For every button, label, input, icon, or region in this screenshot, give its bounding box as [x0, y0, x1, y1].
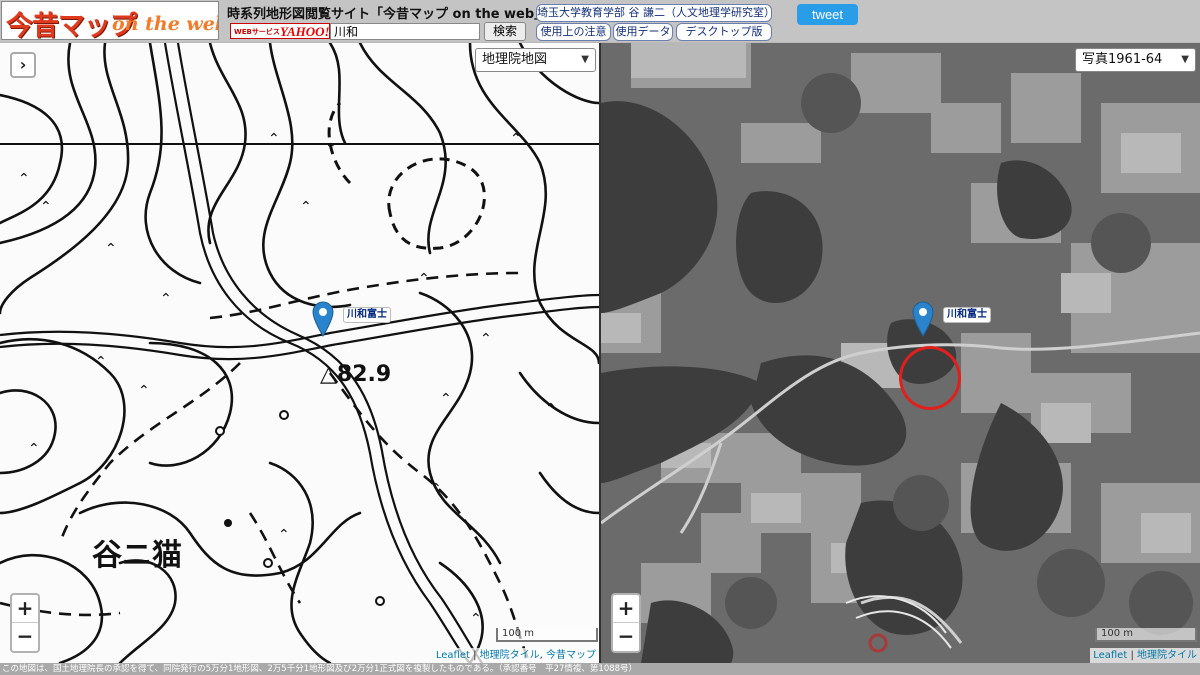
right-layer-select[interactable]: 写真1961-64 ▼	[1075, 48, 1196, 72]
highlight-circle	[899, 346, 961, 410]
toggle-panel-button[interactable]: ›	[10, 52, 36, 78]
map-marker-icon[interactable]	[912, 301, 934, 337]
right-map-aerial-photo[interactable]: 写真1961-64 ▼ 川和富士 + − 100 m Leaflet | 地理院…	[601, 43, 1200, 663]
svg-text:⌃: ⌃	[300, 199, 312, 215]
svg-text:⌃: ⌃	[440, 391, 452, 407]
leaflet-link[interactable]: Leaflet	[436, 650, 470, 661]
left-layer-selected: 地理院地図	[482, 52, 548, 67]
right-layer-selected: 写真1961-64	[1082, 52, 1163, 67]
yahoo-service-label: WEBサービス	[234, 28, 280, 36]
zoom-out-button[interactable]: −	[613, 623, 639, 651]
map-marker-icon[interactable]	[312, 301, 334, 337]
svg-text:⌃: ⌃	[278, 527, 290, 543]
svg-text:⌃: ⌃	[105, 241, 117, 257]
data-sources-link[interactable]: 使用データ	[613, 23, 673, 41]
usage-notes-link[interactable]: 使用上の注意	[536, 23, 611, 41]
svg-text:⌃: ⌃	[418, 271, 430, 287]
elevation-label: △82.9	[320, 362, 391, 387]
svg-text:⌃: ⌃	[325, 141, 337, 157]
svg-text:⌃: ⌃	[545, 401, 557, 417]
map-attribution: Leaflet | 地理院タイル, 今昔マップ	[432, 648, 599, 663]
leaflet-link[interactable]: Leaflet	[1093, 650, 1127, 661]
tweet-button[interactable]: tweet	[797, 4, 858, 25]
left-layer-select[interactable]: 地理院地図 ▼	[475, 48, 596, 72]
marker-label: 川和富士	[943, 307, 991, 323]
svg-text:⌃: ⌃	[28, 441, 40, 457]
yahoo-credit[interactable]: WEBサービス YAHOO!	[230, 23, 330, 39]
gsi-tile-link[interactable]: 地理院タイル	[1137, 650, 1197, 661]
chevron-down-icon: ▼	[581, 54, 589, 65]
gsi-tile-link[interactable]: 地理院タイル	[480, 650, 540, 661]
aerial-photo-tiles	[601, 43, 1200, 663]
site-logo[interactable]: 今昔マップ on the web	[1, 1, 219, 40]
chevron-down-icon: ▼	[1181, 54, 1189, 65]
chevron-right-icon: ›	[19, 55, 27, 74]
zoom-in-button[interactable]: +	[613, 595, 639, 623]
svg-text:⌃: ⌃	[95, 354, 107, 370]
scale-bar: 100 m	[1095, 628, 1197, 642]
svg-text:⌃: ⌃	[480, 331, 492, 347]
zoom-control: + −	[10, 593, 40, 653]
author-link[interactable]: 埼玉大学教育学部 谷 謙二（人文地理学研究室）	[536, 4, 775, 22]
topographic-map-tiles: ⌃ ⌃ ⌃ ⌃ ⌃ ⌃ ⌃ ⌃ ⌃ ⌃ ⌃ ⌃ ⌃ ⌃ ⌃ ⌃ ⌃ ⌃ △82.9 谷ニ猫	[0, 43, 599, 663]
site-title: 時系列地形図閲覧サイト「今昔マップ on the web」	[227, 7, 548, 22]
konjaku-link[interactable]: 今昔マップ	[546, 650, 596, 661]
svg-text:⌃: ⌃	[160, 291, 172, 307]
svg-text:⌃: ⌃	[430, 481, 442, 497]
logo-text-en: on the web	[112, 13, 219, 35]
copyright-notice: この地図は、国土地理院長の承認を得て、同院発行の5万分1地形図、2万5千分1地形…	[0, 663, 1200, 675]
place-name-label: 谷ニ猫	[92, 538, 182, 573]
marker-label: 川和富士	[343, 307, 391, 323]
header-bar: 今昔マップ on the web 時系列地形図閲覧サイト「今昔マップ on th…	[0, 0, 1200, 42]
zoom-out-button[interactable]: −	[12, 623, 38, 651]
scale-bar: 100 m	[496, 628, 598, 642]
svg-text:⌃: ⌃	[268, 131, 280, 147]
search-button[interactable]: 検索	[484, 22, 526, 41]
zoom-in-button[interactable]: +	[12, 595, 38, 623]
left-map-topographic[interactable]: ⌃ ⌃ ⌃ ⌃ ⌃ ⌃ ⌃ ⌃ ⌃ ⌃ ⌃ ⌃ ⌃ ⌃ ⌃ ⌃ ⌃ ⌃ △82.9 谷ニ猫 › 地理院地…	[0, 43, 599, 663]
svg-text:⌃: ⌃	[510, 131, 522, 147]
zoom-control: + −	[611, 593, 641, 653]
search-input[interactable]	[330, 23, 480, 40]
svg-text:⌃: ⌃	[18, 171, 30, 187]
map-attribution: Leaflet | 地理院タイル	[1090, 648, 1200, 663]
yahoo-logo: YAHOO!	[280, 24, 330, 39]
desktop-version-link[interactable]: デスクトップ版	[676, 23, 772, 41]
svg-text:⌃: ⌃	[470, 611, 482, 627]
svg-text:⌃: ⌃	[40, 199, 52, 215]
svg-text:⌃: ⌃	[138, 383, 150, 399]
